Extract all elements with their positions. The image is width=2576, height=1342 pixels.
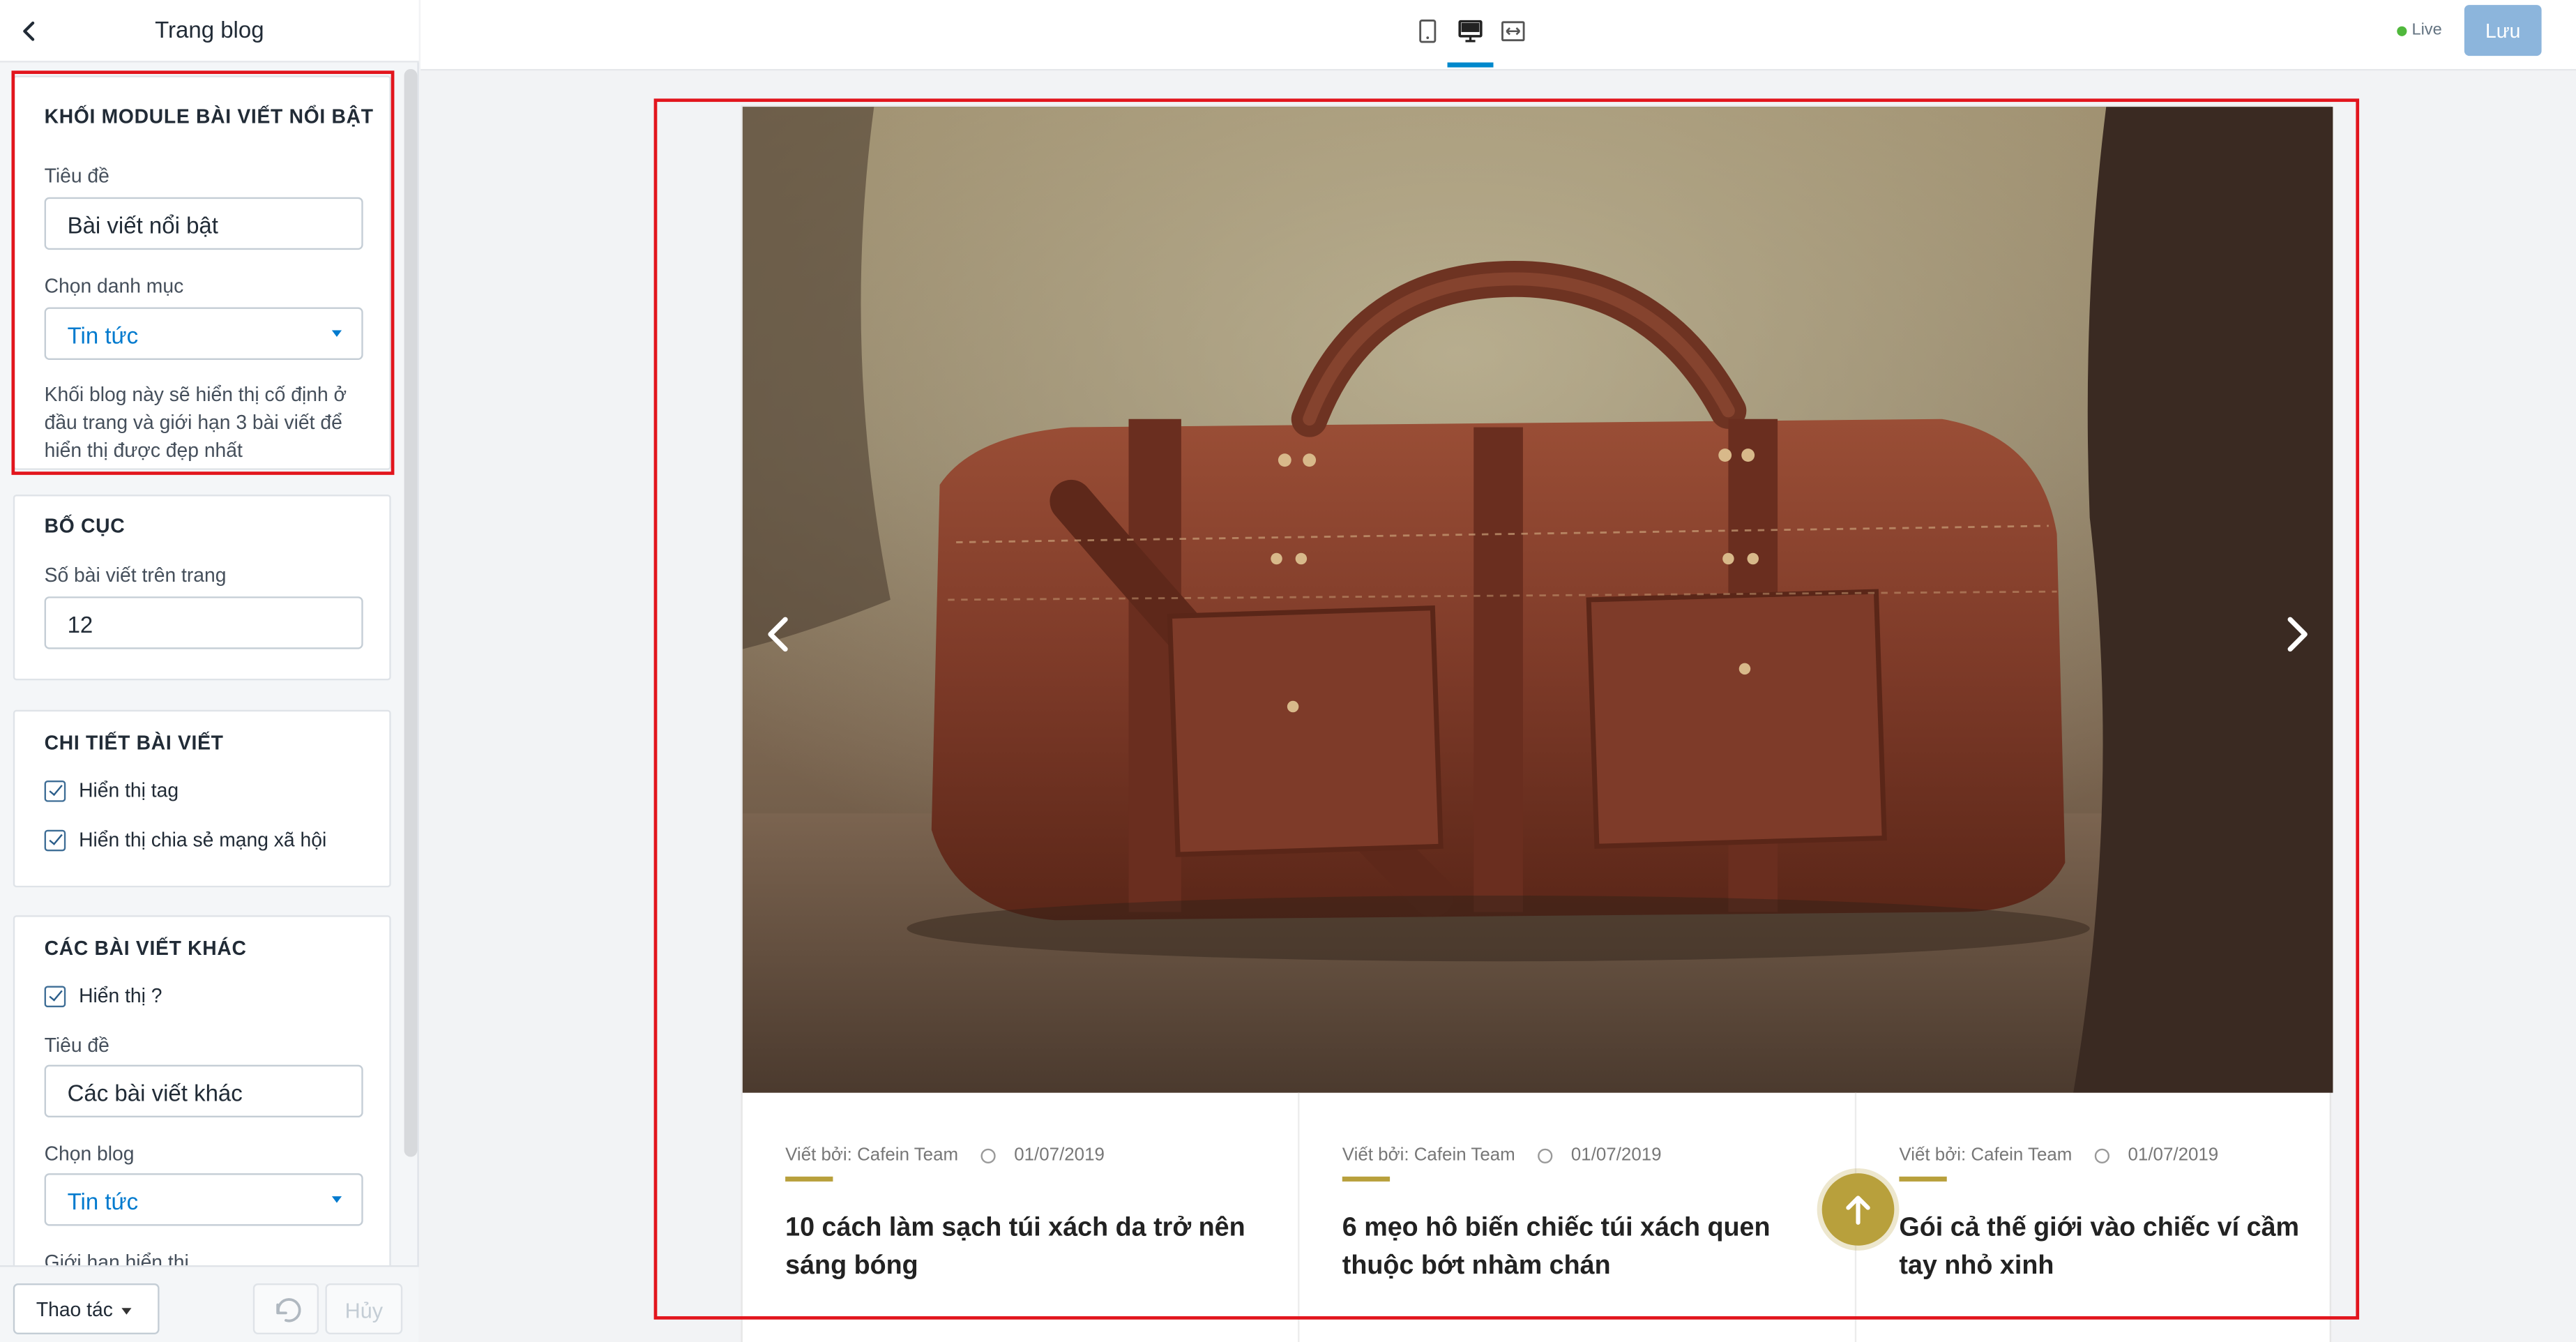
save-button[interactable]: Lưu (2464, 5, 2542, 56)
scroll-to-top-button[interactable] (1821, 1173, 1895, 1246)
show-share-checkbox[interactable]: Hiển thị chia sẻ mạng xã hội (44, 827, 327, 853)
live-dot-icon (2397, 25, 2407, 36)
sidebar-header: Trang blog (0, 0, 419, 63)
show-other-posts-checkbox[interactable]: Hiển thị ? (44, 983, 162, 1009)
show-tag-checkbox[interactable]: Hiển thị tag (44, 777, 179, 804)
other-blog-value: Tin tức (67, 1188, 139, 1215)
other-posts-card: CÁC BÀI VIẾT KHÁC Hiển thị ? Tiêu đề Các… (13, 915, 391, 1266)
live-status: Live (2397, 21, 2442, 40)
actions-label: Thao tác (36, 1298, 113, 1322)
layout-card: BỐ CỤC Số bài viết trên trang 12 (13, 495, 391, 681)
checkbox-checked-icon (44, 829, 66, 851)
actions-dropdown-button[interactable]: Thao tác (13, 1283, 160, 1334)
undo-icon (276, 1298, 301, 1322)
show-tag-label: Hiển thị tag (79, 778, 179, 802)
preview-highlight-box (653, 98, 2360, 1320)
undo-button[interactable] (252, 1283, 319, 1334)
sidebar-title: Trang blog (155, 16, 264, 43)
article-detail-card: CHI TIẾT BÀI VIẾT Hiển thị tag Hiển thị … (13, 709, 391, 888)
show-share-label: Hiển thị chia sẻ mạng xã hội (79, 828, 327, 852)
sidebar-scrollbar[interactable] (404, 68, 418, 1157)
per-page-input[interactable]: 12 (44, 596, 363, 649)
limit-label: Giới hạn hiển thị (44, 1250, 189, 1266)
other-posts-heading: CÁC BÀI VIẾT KHÁC (44, 936, 247, 960)
show-other-posts-label: Hiển thị ? (79, 984, 162, 1008)
checkbox-checked-icon (44, 985, 66, 1006)
article-detail-heading: CHI TIẾT BÀI VIẾT (44, 731, 224, 755)
other-blog-select[interactable]: Tin tức (44, 1173, 363, 1226)
preview-topbar: Live Lưu (421, 0, 2576, 71)
layout-heading: BỐ CỤC (44, 514, 126, 538)
checkbox-checked-icon (44, 779, 66, 801)
mobile-device-icon[interactable] (1414, 18, 1441, 45)
fullwidth-device-icon[interactable] (1500, 18, 1526, 45)
other-title-label: Tiêu đề (44, 1033, 109, 1057)
caret-down-icon (121, 1308, 132, 1315)
other-blog-label: Chọn blog (44, 1142, 135, 1166)
other-title-input[interactable]: Các bài viết khác (44, 1064, 363, 1118)
desktop-device-icon[interactable] (1457, 18, 1484, 45)
sidebar-footer: Thao tác Hủy (0, 1265, 419, 1342)
live-label: Live (2411, 21, 2442, 40)
per-page-label: Số bài viết trên trang (44, 564, 227, 587)
cancel-button[interactable]: Hủy (325, 1283, 403, 1334)
featured-highlight-box (11, 70, 395, 475)
caret-down-icon (331, 1196, 342, 1203)
active-device-indicator (1447, 62, 1494, 68)
arrow-up-icon (1846, 1196, 1870, 1225)
